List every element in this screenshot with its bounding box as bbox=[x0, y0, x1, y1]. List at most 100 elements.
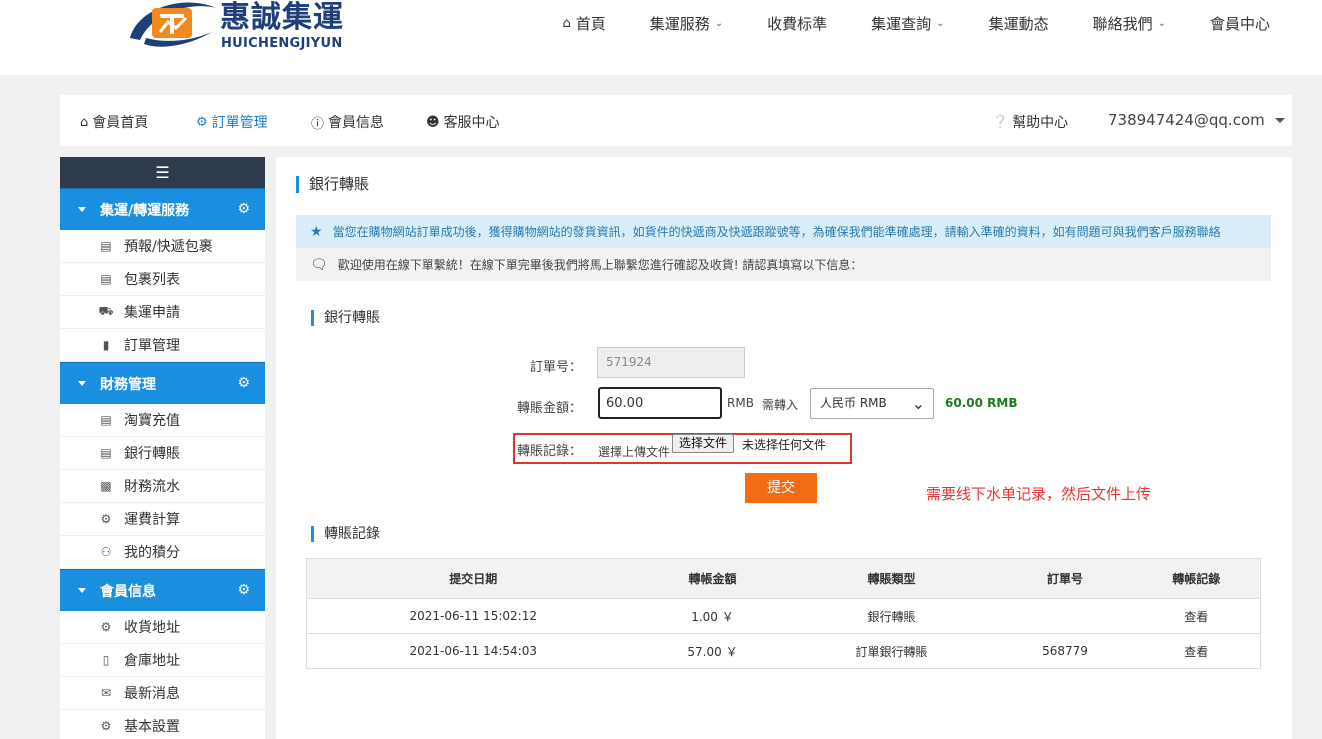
help-center-link[interactable]: ❔ 幫助中心 bbox=[992, 112, 1068, 132]
sidebar-item-bank-transfer[interactable]: ▤ 銀行轉賬 bbox=[60, 437, 265, 470]
table-row: 2021-06-11 14:54:03 57.00 ￥ 訂單銀行轉賬 56877… bbox=[306, 633, 1261, 669]
sidebar-item-label: 銀行轉賬 bbox=[124, 446, 180, 462]
caret-down-icon bbox=[78, 207, 86, 212]
sidebar: ☰ 集運/轉運服務 ⚙ ▤ 預報/快遞包裹 ▤ 包裹列表 ⛟ 集運申請 ▮ 訂單… bbox=[60, 157, 265, 739]
upload-hint: 選擇上傳文件 bbox=[598, 445, 671, 459]
customer-service-link[interactable]: ☻ 客服中心 bbox=[426, 112, 500, 132]
cell-date: 2021-06-11 15:02:12 bbox=[306, 598, 640, 634]
col-date: 提交日期 bbox=[306, 558, 640, 599]
sidebar-item-latest-news[interactable]: ✉ 最新消息 bbox=[60, 677, 265, 710]
bar-chart-icon: ▩ bbox=[100, 479, 112, 493]
cell-amount: 1.00 ￥ bbox=[639, 598, 786, 634]
cell-view-link[interactable]: 查看 bbox=[1132, 598, 1261, 634]
brand-name-cn: 惠誠集運 bbox=[220, 0, 344, 35]
sidebar-item-order-management[interactable]: ▮ 訂單管理 bbox=[60, 329, 265, 362]
nav-services-label: 集運服務 bbox=[649, 14, 710, 33]
menu-icon: ☰ bbox=[155, 163, 170, 182]
info-notice-text: 當您在購物網站訂單成功後，獲得購物網站的發貨資訊，如貨件的快遞商及快遞跟蹤號等，… bbox=[332, 225, 1221, 239]
card-icon: ▤ bbox=[100, 446, 112, 460]
cell-date: 2021-06-11 14:54:03 bbox=[306, 633, 640, 669]
no-file-selected-text: 未选择任何文件 bbox=[742, 438, 827, 452]
sidebar-section-shipping[interactable]: 集運/轉運服務 ⚙ bbox=[60, 188, 265, 230]
form-section-title: 銀行轉賬 bbox=[311, 310, 380, 326]
transfer-amount-input[interactable] bbox=[598, 387, 722, 419]
nav-home[interactable]: ⌂ 首頁 bbox=[562, 13, 605, 34]
records-section-title: 轉賬記錄 bbox=[311, 526, 380, 542]
cell-order[interactable]: 568779 bbox=[997, 633, 1133, 669]
gear-icon: ⚙ bbox=[237, 375, 250, 391]
list-icon: ▤ bbox=[100, 272, 112, 286]
brand-logo[interactable]: 惠誠集運 HUICHENGJIYUN bbox=[124, 0, 354, 58]
nav-news[interactable]: 集運動态 bbox=[989, 13, 1049, 34]
nav-member-center-label: 會員中心 bbox=[1209, 14, 1270, 33]
welcome-notice: 🗨 歡迎使用在線下單繫統！在線下單完畢後我們將馬上聯繫您進行確認及收貨! 請認真… bbox=[296, 248, 1271, 281]
sidebar-item-consolidation-request[interactable]: ⛟ 集運申請 bbox=[60, 296, 265, 329]
sidebar-section-finance[interactable]: 財務管理 ⚙ bbox=[60, 362, 265, 404]
info-notice: ★ 當您在購物網站訂單成功後，獲得購物網站的發貨資訊，如貨件的快遞商及快遞跟蹤號… bbox=[296, 215, 1271, 248]
sidebar-item-label: 收貨地址 bbox=[124, 620, 180, 636]
sidebar-section-member-info[interactable]: 會員信息 ⚙ bbox=[60, 569, 265, 611]
sidebar-item-basic-settings[interactable]: ⚙ 基本設置 bbox=[60, 710, 265, 739]
cell-view-link[interactable]: 查看 bbox=[1132, 633, 1261, 669]
sidebar-item-forecast[interactable]: ▤ 預報/快遞包裹 bbox=[60, 230, 265, 263]
member-home-link[interactable]: ⌂ 會員首頁 bbox=[80, 112, 148, 132]
amount-unit: RMB bbox=[727, 396, 754, 410]
sidebar-toggle[interactable]: ☰ bbox=[60, 157, 265, 188]
sidebar-item-label: 集運申請 bbox=[124, 305, 180, 321]
sidebar-item-freight-calc[interactable]: ⚙ 運費計算 bbox=[60, 503, 265, 536]
cell-type: 訂單銀行轉賬 bbox=[785, 633, 998, 669]
brand-name-en: HUICHENGJIYUN bbox=[221, 36, 343, 51]
sidebar-item-package-list[interactable]: ▤ 包裹列表 bbox=[60, 263, 265, 296]
question-icon: ❔ bbox=[992, 114, 1009, 130]
sidebar-item-finance-flow[interactable]: ▩ 財務流水 bbox=[60, 470, 265, 503]
sidebar-item-warehouse-address[interactable]: ▯ 倉庫地址 bbox=[60, 644, 265, 677]
member-info-label: 會員信息 bbox=[328, 115, 385, 131]
cogs-icon: ⚙ bbox=[100, 512, 112, 526]
nav-news-label: 集運動态 bbox=[988, 14, 1049, 33]
sidebar-section-title: 會員信息 bbox=[100, 583, 156, 600]
cell-order[interactable] bbox=[997, 598, 1133, 634]
col-type: 轉賬類型 bbox=[785, 558, 998, 599]
gear-icon: ⚙ bbox=[237, 201, 250, 217]
top-header: 惠誠集運 HUICHENGJIYUN ⌂ 首頁 集運服務 ⌄ 收費标準 集運查詢… bbox=[0, 0, 1322, 75]
gear-icon: ⚙ bbox=[100, 719, 112, 733]
sidebar-item-label: 財務流水 bbox=[124, 479, 180, 495]
transfer-records-table: 提交日期 轉帳金額 轉賬類型 訂單号 轉帳記錄 2021-06-11 15:02… bbox=[306, 558, 1261, 669]
inbox-icon: ▤ bbox=[100, 239, 112, 253]
nav-contact[interactable]: 聯絡我們 ⌄ bbox=[1093, 13, 1166, 34]
nav-tracking[interactable]: 集運查詢 ⌄ bbox=[871, 13, 944, 34]
col-amount: 轉帳金額 bbox=[639, 558, 786, 599]
member-info-link[interactable]: ⓘ 會員信息 bbox=[311, 112, 384, 132]
account-dropdown[interactable]: 738947424@qq.com bbox=[1108, 111, 1285, 129]
sidebar-item-points[interactable]: ⚇ 我的積分 bbox=[60, 536, 265, 569]
caret-down-icon bbox=[78, 381, 86, 386]
page-title: 銀行轉賬 bbox=[296, 176, 369, 193]
nav-member-center[interactable]: 會員中心 bbox=[1210, 13, 1270, 34]
gift-icon: ⚇ bbox=[100, 545, 112, 559]
col-record: 轉帳記錄 bbox=[1132, 558, 1261, 599]
sidebar-item-taobao-topup[interactable]: ▤ 淘寶充值 bbox=[60, 404, 265, 437]
currency-selected-value: 人民币 RMB bbox=[820, 396, 887, 410]
sidebar-section-title: 集運/轉運服務 bbox=[100, 202, 190, 219]
caret-down-icon bbox=[1274, 117, 1285, 123]
nav-pricing[interactable]: 收費标準 bbox=[767, 13, 827, 34]
cell-type: 銀行轉賬 bbox=[785, 598, 998, 634]
cogs-icon: ⚙ bbox=[100, 620, 112, 634]
choose-file-button[interactable]: 选择文件 bbox=[672, 434, 735, 453]
order-management-link[interactable]: ⚙ 訂單管理 bbox=[196, 112, 268, 132]
sidebar-item-label: 倉庫地址 bbox=[124, 653, 180, 669]
chevron-down-icon: ⌄ bbox=[911, 394, 925, 413]
sidebar-section-title: 財務管理 bbox=[100, 376, 156, 393]
envelope-icon: ✉ bbox=[100, 686, 112, 700]
need-transfer-label: 需轉入 bbox=[762, 398, 799, 412]
caret-down-icon bbox=[78, 588, 86, 593]
nav-services[interactable]: 集運服務 ⌄ bbox=[650, 13, 723, 34]
sidebar-item-label: 訂單管理 bbox=[124, 338, 180, 354]
submit-button[interactable]: 提交 bbox=[745, 473, 817, 503]
member-home-label: 會員首頁 bbox=[92, 115, 149, 131]
annotation-note: 需要线下水单记录，然后文件上传 bbox=[926, 485, 1152, 503]
sidebar-item-shipping-address[interactable]: ⚙ 收貨地址 bbox=[60, 611, 265, 644]
sidebar-item-label: 運費計算 bbox=[124, 512, 180, 528]
truck-icon: ⛟ bbox=[98, 304, 114, 318]
currency-select[interactable]: 人民币 RMB ⌄ bbox=[810, 388, 934, 419]
